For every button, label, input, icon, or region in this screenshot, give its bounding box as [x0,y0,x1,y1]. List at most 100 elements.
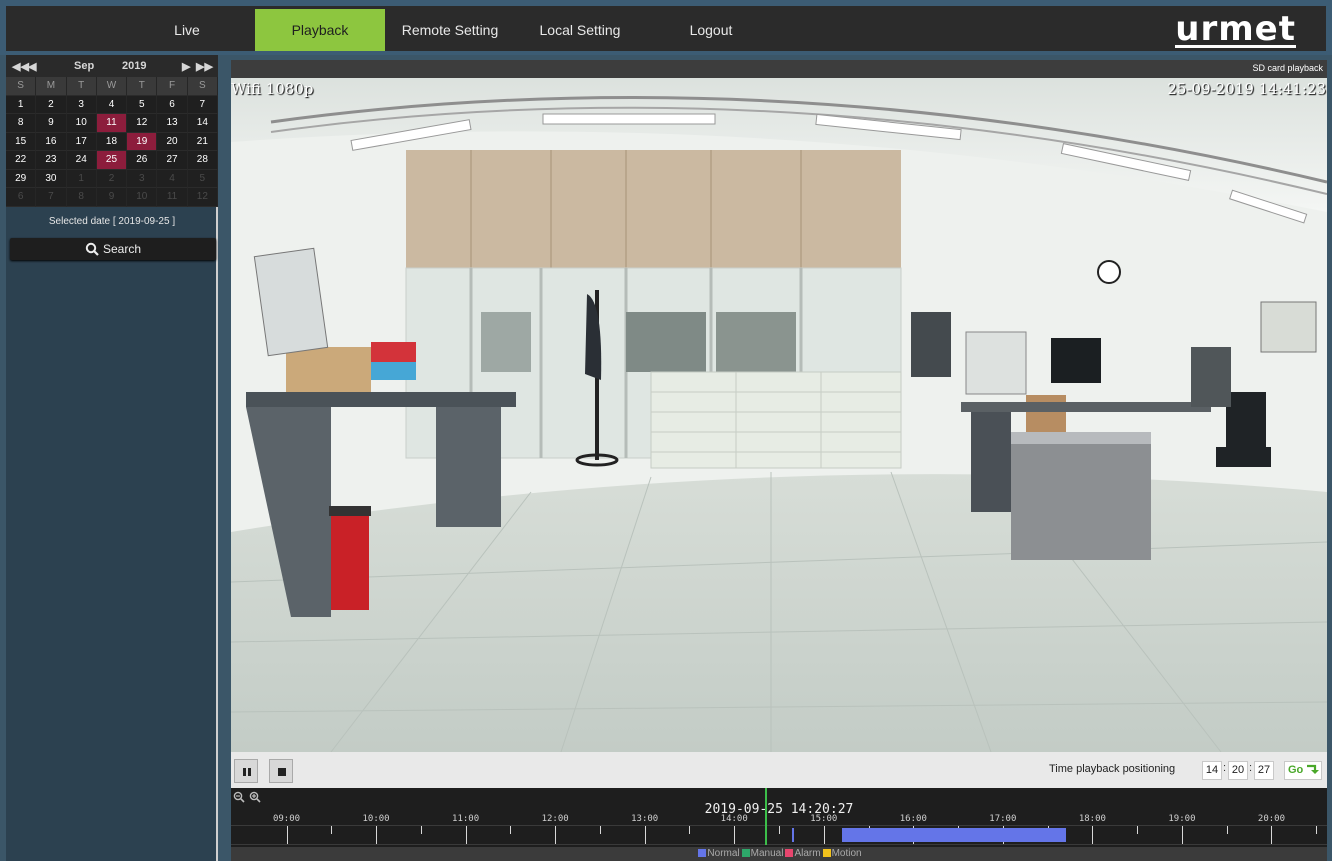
timeline-recording-segment[interactable] [841,828,1066,842]
weekday-header: T [66,77,97,96]
calendar-day[interactable]: 22 [6,151,37,170]
timeline-hour-tick [823,826,825,844]
calendar-day[interactable]: 20 [157,132,188,151]
sd-card-playback-label: SD card playback [231,60,1327,78]
calendar-day[interactable]: 15 [6,132,37,151]
calendar-day[interactable]: 13 [157,114,188,133]
top-navigation: Live Playback Remote Setting Local Setti… [0,0,1332,55]
video-playback-view[interactable] [231,62,1327,752]
weekday-header: F [157,77,188,96]
calendar-day: 6 [6,188,37,207]
calendar-day[interactable]: 1 [6,95,37,114]
calendar-week-row: 15 16 17 18 19 20 21 [6,132,218,151]
weekday-header: S [187,77,218,96]
double-right-arrow-icon[interactable]: ▶▶ [196,60,213,73]
go-arrow-icon [1307,764,1320,774]
camera-frame-image [231,62,1327,752]
pause-button[interactable] [234,759,258,783]
calendar-grid: S M T W T F S 1 2 3 4 5 6 7 8 9 10 11 12 13 14 15 16 17 1… [6,77,218,207]
timeline-hour-label: 17:00 [989,814,1017,824]
calendar-day[interactable]: 9 [36,114,67,133]
calendar-day[interactable]: 21 [187,132,218,151]
calendar-day[interactable]: 28 [187,151,218,170]
timeline-hour-tick [465,826,467,844]
calendar-day-with-recording[interactable]: 11 [96,114,128,133]
timeline-hour-label: 16:00 [899,814,927,824]
calendar-day[interactable]: 24 [66,151,97,170]
timeline-half-hour-tick [1316,826,1318,834]
weekday-header: M [36,77,67,96]
right-arrow-icon[interactable]: ▶ [182,60,190,73]
legend-label: Manual [750,848,784,859]
nav-remote-setting[interactable]: Remote Setting [390,9,510,51]
legend-label: Alarm [794,848,821,859]
double-left-arrow-icon[interactable]: ◀◀ [12,60,29,73]
calendar-day: 3 [127,169,158,188]
calendar-day[interactable]: 8 [6,114,37,133]
calendar-day: 7 [36,188,67,207]
calendar-day[interactable]: 2 [36,95,67,114]
calendar-day-with-recording[interactable]: 19 [127,132,158,151]
timeline-half-hour-tick [1137,826,1139,834]
camera-timestamp-overlay: 25-09-2019 14:41:23 [1167,80,1326,98]
calendar-day[interactable]: 17 [66,132,97,151]
calendar-month: Sep [74,60,95,72]
stop-button[interactable] [269,759,293,783]
timeline-hour-tick [1181,826,1183,844]
timeline-half-hour-tick [510,826,512,834]
timeline-half-hour-tick [689,826,691,834]
nav-logout[interactable]: Logout [656,9,766,51]
calendar-day[interactable]: 27 [157,151,188,170]
calendar-day[interactable]: 7 [187,95,218,114]
left-arrow-icon[interactable]: ◀ [28,60,36,73]
minute-field[interactable]: 20 [1228,761,1248,780]
calendar-day[interactable]: 14 [187,114,218,133]
second-field[interactable]: 27 [1254,761,1274,780]
weekday-header: T [127,77,158,96]
calendar-day[interactable]: 4 [96,95,128,114]
calendar-day: 12 [187,188,218,207]
legend-label: Normal [707,848,740,859]
calendar-weekday-row: S M T W T F S [6,77,218,96]
timeline-playhead[interactable] [764,788,767,845]
calendar-day-with-recording[interactable]: 25 [96,151,128,170]
calendar-day[interactable]: 12 [127,114,158,133]
timeline-half-hour-tick [331,826,333,834]
playback-timeline[interactable]: 2019-09-25 14:20:27 09:00 10:00 11:00 12:00… [231,788,1327,861]
calendar-day[interactable]: 6 [157,95,188,114]
calendar-day: 5 [187,169,218,188]
search-button[interactable]: Search [10,238,216,260]
timeline-hour-label: 20:00 [1257,814,1286,824]
timeline-hour-tick [1271,826,1273,844]
calendar-day[interactable]: 5 [127,95,158,114]
calendar-week-row: 1234567 [6,95,218,114]
timeline-hour-label: 19:00 [1168,814,1196,824]
calendar-day[interactable]: 23 [36,151,67,170]
timeline-hour-tick [644,826,646,844]
playback-control-bar: Time playback positioning 14 : 20 : 27 G… [231,752,1327,788]
calendar-day[interactable]: 16 [36,132,67,151]
calendar-day[interactable]: 3 [66,95,97,114]
calendar-day[interactable]: 26 [127,151,158,170]
calendar-day: 1 [66,169,97,188]
timeline-half-hour-tick [420,826,422,834]
nav-live[interactable]: Live [132,9,242,51]
timeline-hour-label: 18:00 [1078,814,1106,824]
stop-icon [278,768,286,776]
legend-label: Motion [831,848,862,859]
calendar-week-row: 22 23 24 25 26 27 28 [6,151,218,170]
calendar-day[interactable]: 10 [66,114,97,133]
calendar-weeks: 1 2 3 4 5 6 7 8 9 10 11 12 13 14 15 16 17 18 19 20 21 22 23 24 2… [6,95,218,207]
search-icon [85,242,99,256]
timeline-track[interactable] [231,825,1327,845]
hour-field[interactable]: 14 [1202,761,1222,780]
nav-playback[interactable]: Playback [255,9,385,51]
go-button[interactable]: Go [1284,761,1322,780]
timeline-half-hour-tick [779,826,780,834]
nav-local-setting[interactable]: Local Setting [520,9,640,51]
calendar-week-row: 8 9 10 11 12 13 14 [6,114,218,133]
calendar-day[interactable]: 30 [36,169,67,188]
calendar-day[interactable]: 29 [6,169,37,188]
timeline-recording-segment[interactable] [792,828,795,842]
calendar-day[interactable]: 18 [96,132,128,151]
